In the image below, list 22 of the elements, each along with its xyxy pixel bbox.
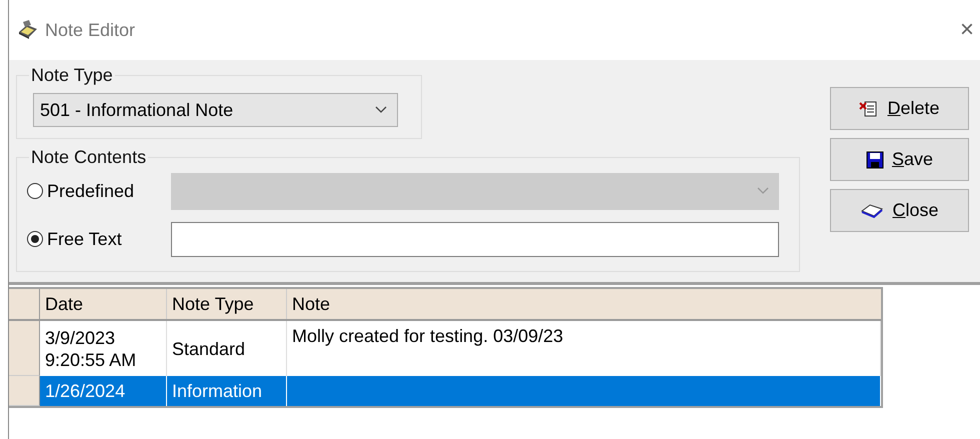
delete-button[interactable]: Delete bbox=[830, 87, 969, 130]
free-text-field[interactable] bbox=[171, 222, 779, 256]
table-cell: 1/26/2024 bbox=[45, 380, 126, 402]
note-type-dropdown[interactable]: 501 - Informational Note bbox=[33, 93, 398, 127]
table-cell: 3/9/2023 9:20:55 AM bbox=[45, 326, 136, 370]
close-button[interactable]: Close bbox=[830, 189, 969, 232]
close-button[interactable]: × bbox=[960, 16, 974, 44]
chevron-icon bbox=[375, 106, 387, 114]
document-icon bbox=[859, 100, 880, 118]
book-icon bbox=[860, 202, 884, 218]
chevron-icon bbox=[757, 187, 769, 195]
table-cell: Standard bbox=[172, 338, 246, 360]
scanner-icon bbox=[17, 20, 39, 40]
column-header[interactable]: Note bbox=[287, 289, 881, 319]
table-cell: Molly created for testing. 03/09/23 bbox=[292, 325, 564, 347]
column-header[interactable]: Date bbox=[40, 289, 167, 319]
table-cell: Information bbox=[172, 380, 262, 402]
window-title: Note Editor bbox=[45, 20, 136, 40]
save-button[interactable]: Save bbox=[830, 138, 969, 181]
column-header[interactable]: Note Type bbox=[167, 289, 287, 319]
radio-button[interactable] bbox=[27, 231, 43, 247]
radio-label[interactable]: Free Text bbox=[47, 228, 171, 250]
